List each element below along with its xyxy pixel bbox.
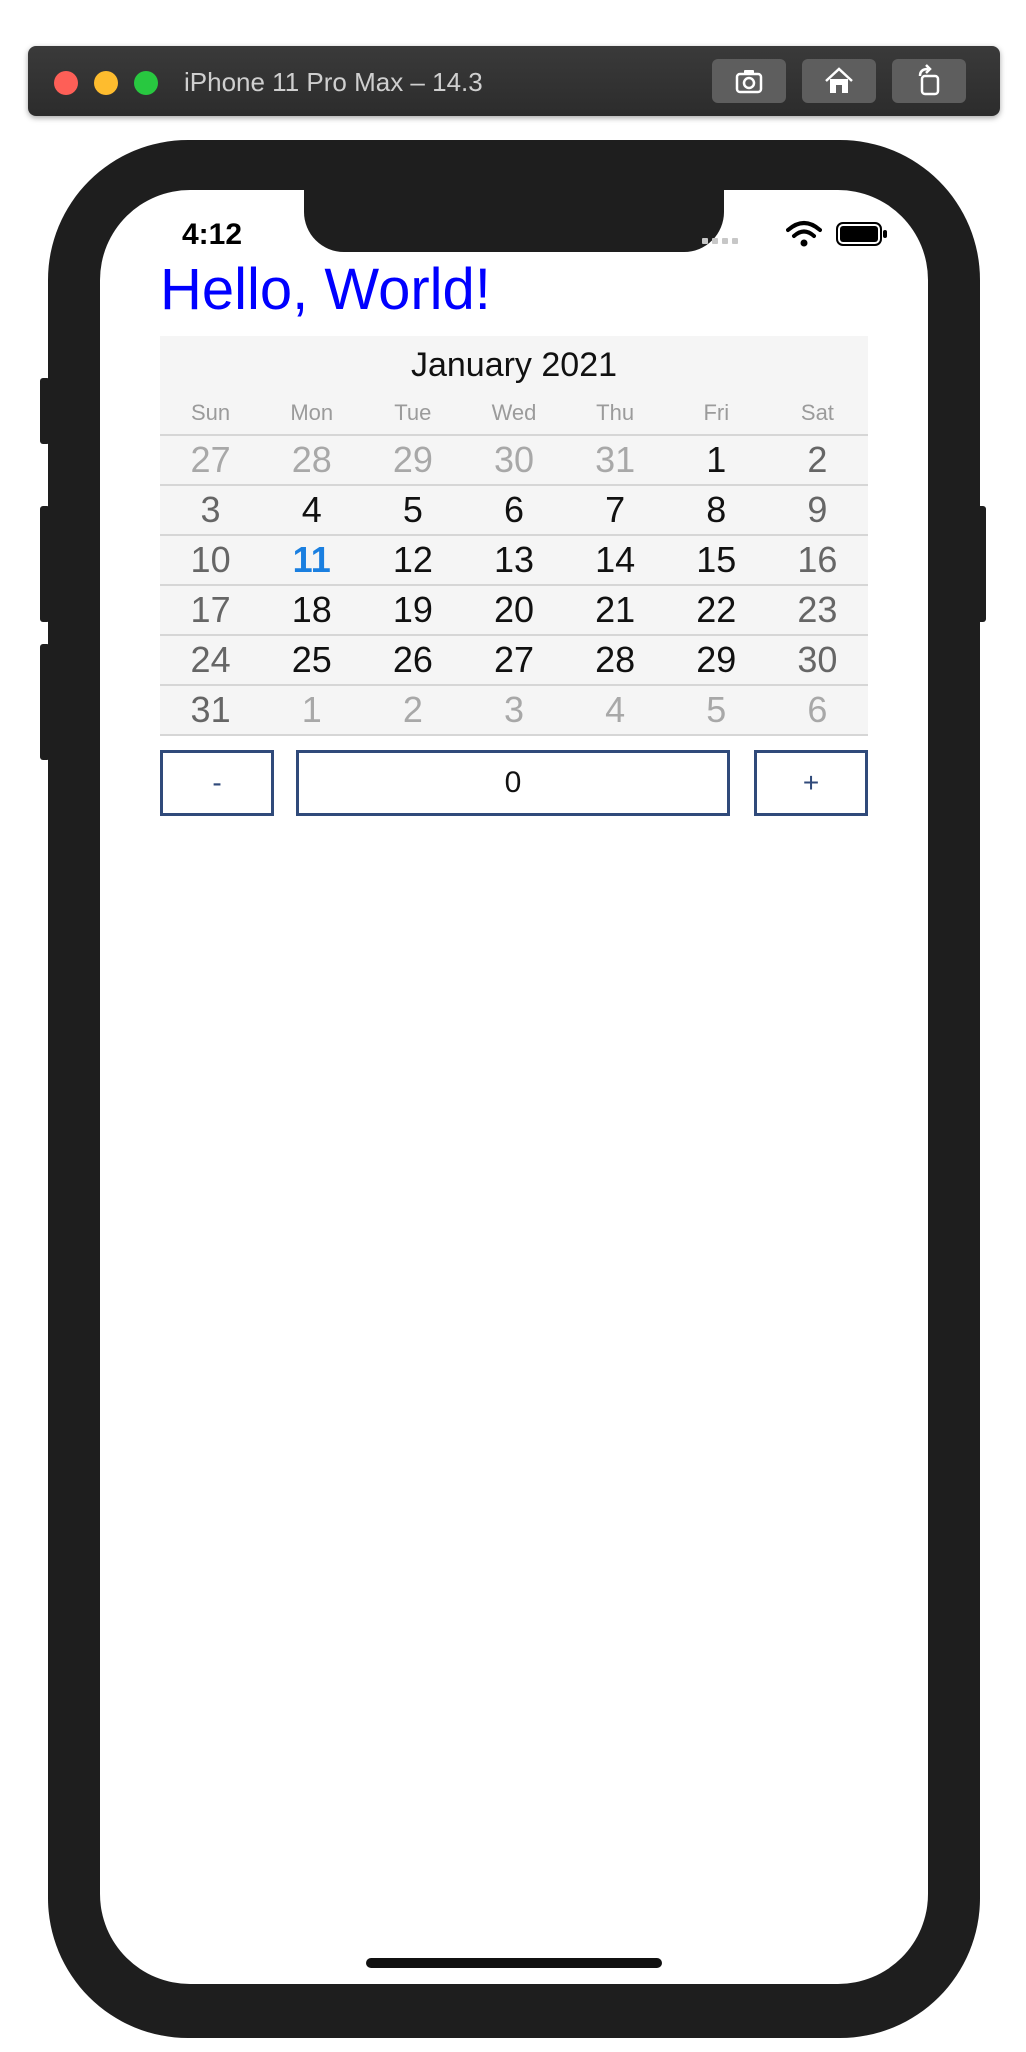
volume-down-button [40, 644, 50, 760]
calendar-day[interactable]: 8 [666, 486, 767, 534]
weekday-label: Tue [394, 400, 432, 425]
calendar-grid: 27 28 29 30 31 1 2 3 4 5 6 7 8 9 10 11 12 13 14 15 16 17 18 19 2… [160, 434, 868, 736]
zoom-window-button[interactable] [134, 71, 158, 95]
simulator-title-bar: iPhone 11 Pro Max – 14.3 [28, 46, 1000, 116]
calendar-day[interactable]: 20 [463, 586, 564, 634]
stepper-value: 0 [296, 750, 730, 816]
calendar-day[interactable]: 23 [767, 586, 868, 634]
minimize-window-button[interactable] [94, 71, 118, 95]
rotate-button[interactable] [892, 59, 966, 103]
weekday-label: Sun [190, 400, 231, 425]
screenshot-button[interactable] [712, 59, 786, 103]
calendar-day[interactable]: 29 [362, 436, 463, 484]
calendar-day[interactable]: 26 [362, 636, 463, 684]
calendar-day[interactable]: 1 [261, 686, 362, 734]
calendar-day[interactable]: 4 [261, 486, 362, 534]
calendar-week-row: 10 11 12 13 14 15 16 [160, 534, 868, 584]
simulator-title: iPhone 11 Pro Max – 14.3 [184, 67, 483, 97]
calendar-week-row: 27 28 29 30 31 1 2 [160, 434, 868, 484]
weekday-label: Thu [596, 400, 635, 425]
calendar-day[interactable]: 12 [362, 536, 463, 584]
calendar-day[interactable]: 25 [261, 636, 362, 684]
home-indicator[interactable] [366, 1958, 662, 1968]
power-button [976, 506, 986, 622]
calendar-week-row: 17 18 19 20 21 22 23 [160, 584, 868, 634]
calendar-week-row: 24 25 26 27 28 29 30 [160, 634, 868, 684]
calendar-day[interactable]: 9 [767, 486, 868, 534]
calendar-day[interactable]: 6 [767, 686, 868, 734]
decrement-button[interactable]: - [160, 750, 274, 816]
volume-up-button [40, 506, 50, 622]
calendar-day[interactable]: 10 [160, 536, 261, 584]
calendar-day[interactable]: 4 [565, 686, 666, 734]
calendar-week-row: 31 1 2 3 4 5 6 [160, 684, 868, 736]
calendar-day[interactable]: 24 [160, 636, 261, 684]
calendar-month-title: January 2021 [410, 346, 618, 384]
calendar-day[interactable]: 6 [463, 486, 564, 534]
calendar-day[interactable]: 7 [565, 486, 666, 534]
calendar-day[interactable]: 17 [160, 586, 261, 634]
calendar-day[interactable]: 1 [666, 436, 767, 484]
wifi-icon [786, 221, 822, 247]
screenshot-icon [735, 70, 763, 94]
calendar-day[interactable]: 22 [666, 586, 767, 634]
calendar-day[interactable]: 31 [565, 436, 666, 484]
calendar-day[interactable]: 2 [362, 686, 463, 734]
home-icon [825, 67, 853, 93]
calendar-day[interactable]: 13 [463, 536, 564, 584]
calendar-week-row: 3456789 [160, 484, 868, 534]
rotate-icon [918, 64, 940, 96]
calendar-day[interactable]: 16 [767, 536, 868, 584]
calendar-day[interactable]: 5 [666, 686, 767, 734]
weekday-label: Mon [290, 400, 334, 425]
calendar-day[interactable]: 3 [160, 486, 261, 534]
battery-icon [836, 222, 887, 246]
calendar-day[interactable]: 28 [565, 636, 666, 684]
silent-switch [40, 378, 50, 444]
weekday-label: Fri [703, 400, 730, 425]
calendar-day[interactable]: 14 [565, 536, 666, 584]
device-screen: 4:12 Hello, World! January 2021 Sun Mon … [100, 190, 928, 1984]
weekday-label: Wed [491, 400, 537, 425]
increment-button[interactable]: + [754, 750, 868, 816]
notch [304, 190, 724, 252]
calendar-day[interactable]: 27 [160, 436, 261, 484]
calendar-day[interactable]: 30 [767, 636, 868, 684]
hello-heading: Hello, World! [160, 257, 491, 322]
calendar-day[interactable]: 2 [767, 436, 868, 484]
weekday-label: Sat [800, 400, 834, 425]
calendar-day[interactable]: 19 [362, 586, 463, 634]
status-time: 4:12 [182, 218, 243, 251]
calendar-day[interactable]: 18 [261, 586, 362, 634]
close-window-button[interactable] [54, 71, 78, 95]
calendar-weekday-header: Sun Mon Tue Wed Thu Fri Sat [160, 400, 868, 426]
calendar-day[interactable]: 21 [565, 586, 666, 634]
calendar-day[interactable]: 28 [261, 436, 362, 484]
calendar-day[interactable]: 30 [463, 436, 564, 484]
calendar-day[interactable]: 31 [160, 686, 261, 734]
calendar-day[interactable]: 15 [666, 536, 767, 584]
home-button[interactable] [802, 59, 876, 103]
calendar: January 2021 Sun Mon Tue Wed Thu Fri Sat… [160, 336, 868, 736]
calendar-day[interactable]: 5 [362, 486, 463, 534]
calendar-day-today[interactable]: 11 [261, 536, 362, 584]
cellular-signal-icon [702, 238, 738, 244]
calendar-day[interactable]: 27 [463, 636, 564, 684]
calendar-day[interactable]: 3 [463, 686, 564, 734]
calendar-day[interactable]: 29 [666, 636, 767, 684]
